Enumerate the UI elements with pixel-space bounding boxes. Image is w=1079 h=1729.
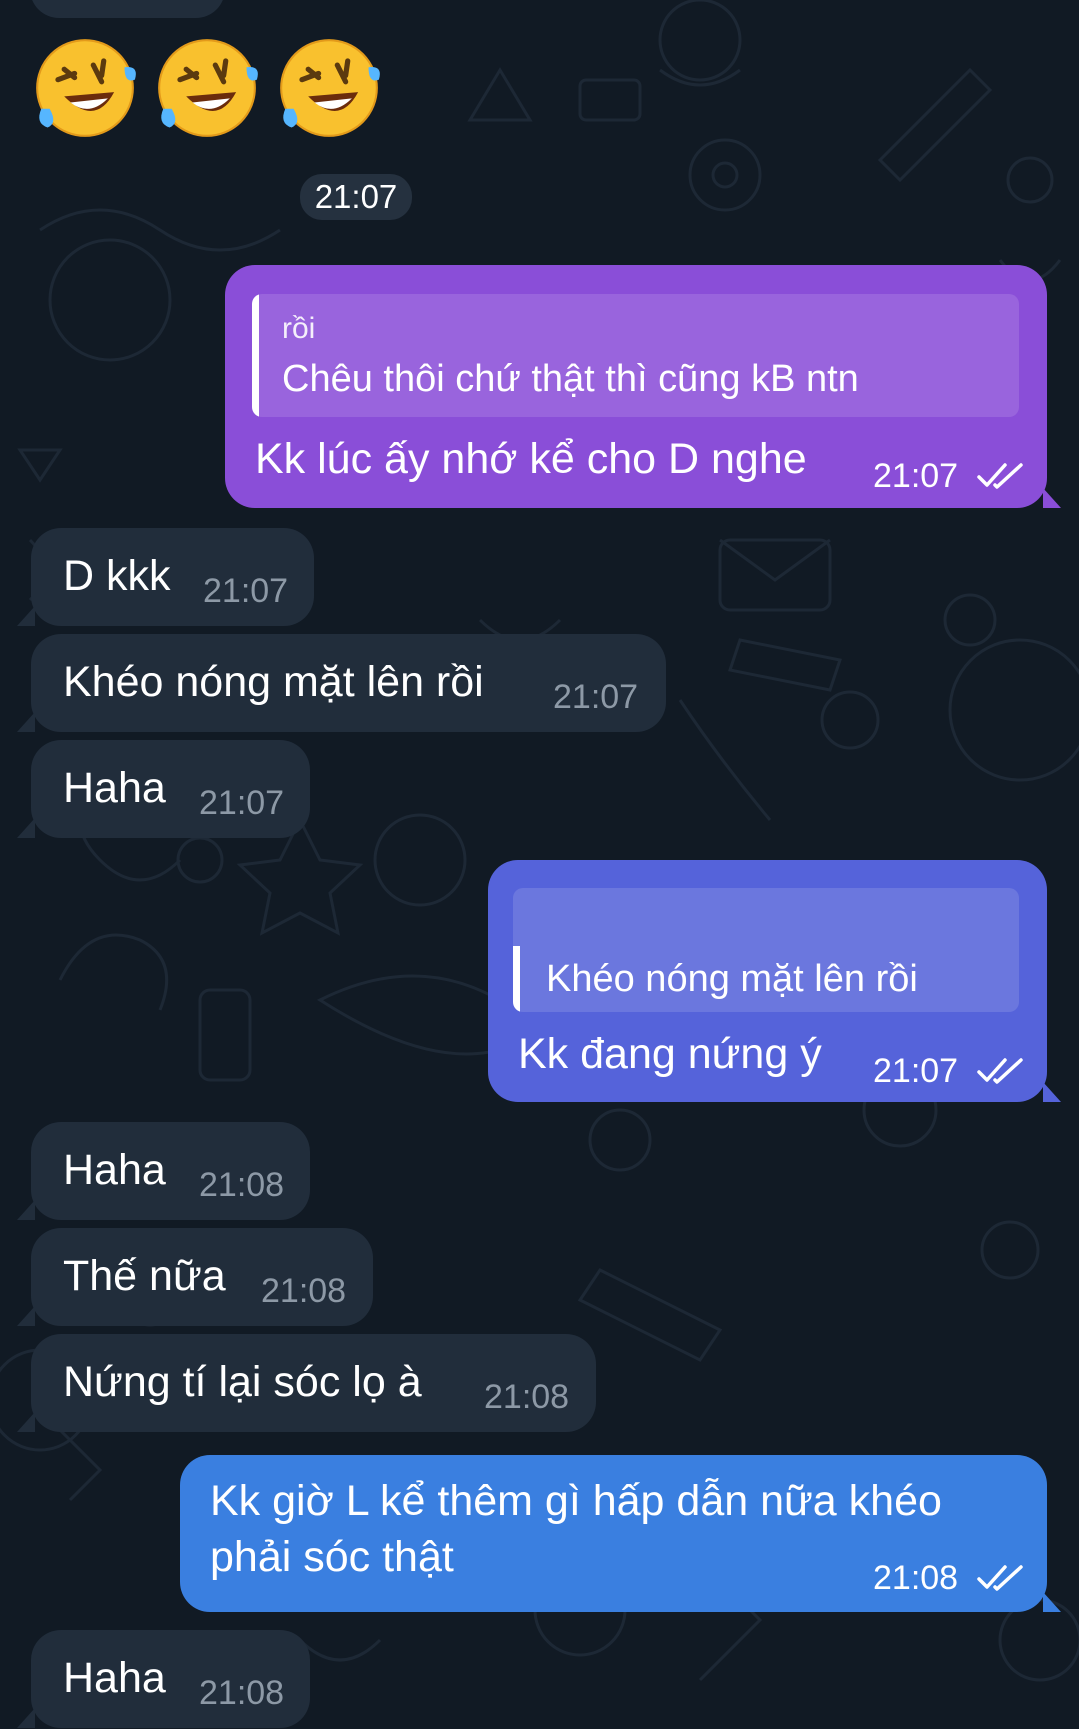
message-text: Nứng tí lại sóc lọ à — [63, 1358, 422, 1406]
reply-quote[interactable]: rồi Chêu thôi chứ thật thì cũng kB ntn — [252, 294, 1019, 417]
previous-message-bubble-edge — [30, 0, 225, 18]
reply-text: Khéo nóng mặt lên rồi — [546, 958, 918, 1000]
message-text-line-2: phải sóc thật — [210, 1533, 454, 1581]
incoming-message-bubble[interactable]: Haha 21:07 — [17, 740, 310, 838]
message-text: Thế nữa — [63, 1252, 226, 1300]
incoming-message-bubble[interactable]: D kkk 21:07 — [17, 528, 314, 626]
reply-author: rồi — [282, 312, 316, 345]
message-time: 21:07 — [203, 572, 289, 610]
double-check-icon — [977, 1565, 1023, 1591]
message-time: 21:08 — [261, 1272, 347, 1310]
reply-quote-bar — [252, 294, 259, 417]
double-check-icon — [977, 463, 1023, 489]
outgoing-message-bubble[interactable]: Khéo nóng mặt lên rồi Kk đang nứng ý 21:… — [488, 860, 1061, 1102]
reply-quote[interactable]: Khéo nóng mặt lên rồi — [513, 888, 1019, 1012]
message-text: Haha — [63, 1146, 166, 1194]
incoming-message-bubble[interactable]: Haha 21:08 — [17, 1630, 310, 1728]
emoji-timestamp: 21:07 — [300, 174, 412, 220]
double-check-icon — [977, 1058, 1023, 1084]
message-time: 21:07 — [199, 784, 285, 822]
message-text: Haha — [63, 764, 166, 812]
message-text: D kkk — [63, 552, 171, 600]
incoming-message-bubble[interactable]: Nứng tí lại sóc lọ à 21:08 — [17, 1334, 596, 1432]
outgoing-message-bubble[interactable]: rồi Chêu thôi chứ thật thì cũng kB ntn K… — [225, 265, 1061, 508]
incoming-message-bubble[interactable]: Haha 21:08 — [17, 1122, 310, 1220]
reply-quote-bar — [513, 946, 520, 1012]
reply-text: Chêu thôi chứ thật thì cũng kB ntn — [282, 358, 859, 400]
message-text: Kk đang nứng ý — [518, 1030, 822, 1078]
message-time: 21:08 — [873, 1559, 959, 1597]
laughing-emoji-icon — [280, 39, 380, 137]
outgoing-message-bubble[interactable]: Kk giờ L kể thêm gì hấp dẫn nữa khéo phả… — [180, 1455, 1061, 1612]
message-text: Khéo nóng mặt lên rồi — [63, 658, 484, 706]
message-time: 21:07 — [553, 678, 639, 716]
message-time: 21:07 — [873, 457, 959, 495]
message-text: Kk lúc ấy nhớ kể cho D nghe — [255, 435, 807, 483]
message-time: 21:08 — [484, 1378, 570, 1416]
message-text: Haha — [63, 1654, 166, 1702]
message-time: 21:08 — [199, 1166, 285, 1204]
laughing-emoji-icon — [36, 39, 136, 137]
message-time: 21:07 — [873, 1052, 959, 1090]
message-time: 21:08 — [199, 1674, 285, 1712]
message-text-line-1: Kk giờ L kể thêm gì hấp dẫn nữa khéo — [210, 1477, 942, 1525]
incoming-message-bubble[interactable]: Khéo nóng mặt lên rồi 21:07 — [17, 634, 666, 732]
incoming-message-bubble[interactable]: Thế nữa 21:08 — [17, 1228, 373, 1326]
laughing-emoji-icon — [158, 39, 258, 137]
